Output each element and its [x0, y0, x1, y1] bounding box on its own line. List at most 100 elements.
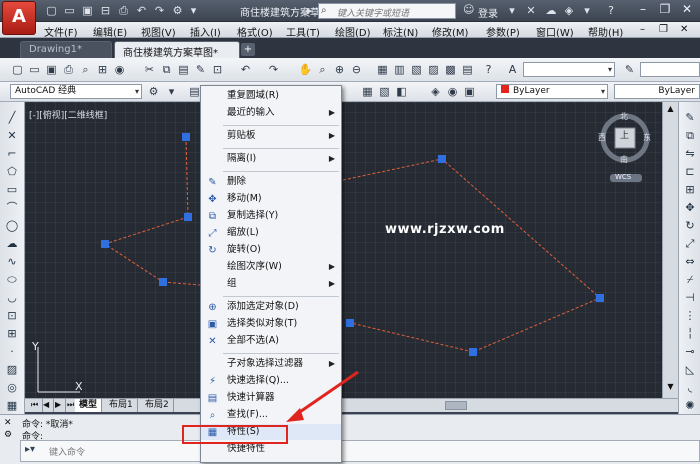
ellipse-arc-icon[interactable]: ◡ — [4, 290, 20, 306]
plot-icon[interactable]: ⎙ — [61, 62, 76, 77]
grip[interactable] — [184, 213, 192, 221]
rectangle-icon[interactable]: ▭ — [4, 182, 20, 198]
workspace-dropdown[interactable]: AutoCAD 经典 ▾ — [10, 84, 142, 99]
linetype-dropdown[interactable]: ByLayer — [614, 84, 700, 99]
a360-icon[interactable]: ☁ — [544, 4, 558, 18]
menu-insert[interactable]: 插入(I) — [190, 24, 221, 39]
block-editor-icon[interactable]: ⊡ — [210, 62, 225, 77]
extend-icon[interactable]: ⊣ — [682, 290, 698, 306]
text-style-icon[interactable]: A — [505, 62, 520, 77]
dropdown-icon[interactable]: ▾ — [505, 4, 519, 18]
search-box[interactable]: ⌕ 键入关键字或短语 — [318, 3, 456, 19]
zoom-previous-icon[interactable]: ⊖ — [349, 62, 364, 77]
search-input[interactable]: 键入关键字或短语 — [337, 6, 409, 19]
minimize-icon[interactable]: – — [632, 0, 654, 18]
new-file-icon[interactable]: ▢ — [44, 3, 59, 18]
join-icon[interactable]: ⊸ — [682, 344, 698, 360]
open-icon[interactable]: ▭ — [27, 62, 42, 77]
tab-current-drawing[interactable]: 商住楼建筑方案草图* — [114, 41, 240, 59]
context-menu-item[interactable]: 重复圆域(R) — [201, 88, 341, 104]
ellipse-icon[interactable]: ⬭ — [4, 272, 20, 288]
explode-icon[interactable]: ✺ — [682, 398, 698, 414]
grip[interactable] — [101, 240, 109, 248]
region-icon[interactable]: ◎ — [4, 380, 20, 396]
close-icon[interactable]: ✕ — [676, 0, 698, 18]
context-menu-item[interactable]: ⤢ 缩放(L) — [201, 225, 341, 241]
break-at-point-icon[interactable]: ⋮ — [682, 308, 698, 324]
context-menu-item[interactable]: ↻ 旋转(O) — [201, 242, 341, 258]
menu-window[interactable]: 窗口(W) — [536, 24, 574, 39]
layer-previous-icon[interactable]: ◧ — [394, 84, 409, 99]
print-icon[interactable]: ⎙ — [116, 3, 131, 18]
menu-tools[interactable]: 工具(T) — [286, 24, 320, 39]
insert-block-icon[interactable]: ⊡ — [4, 308, 20, 324]
tab-layout2[interactable]: 布局2 — [141, 399, 174, 412]
context-menu-item[interactable]: 隔离(I) ▶ — [201, 151, 341, 167]
dim-style-dropdown[interactable] — [640, 62, 700, 77]
grip[interactable] — [596, 294, 604, 302]
viewcube-south[interactable]: 南 — [620, 154, 628, 165]
drawing-canvas[interactable]: [-][俯视][二维线框] Y X 上 北 南 东 西 WCS www.rjzx… — [25, 102, 662, 398]
menu-draw[interactable]: 绘图(D) — [335, 24, 371, 39]
grip[interactable] — [469, 348, 477, 356]
line-icon[interactable]: ╱ — [4, 110, 20, 126]
command-settings-icon[interactable]: ⚙ — [4, 430, 12, 440]
tab-drawing1[interactable]: Drawing1* — [20, 41, 112, 58]
menu-modify[interactable]: 修改(M) — [432, 24, 468, 39]
copy-icon[interactable]: ⧉ — [159, 62, 174, 77]
layer-state-icon[interactable]: ▧ — [377, 84, 392, 99]
redo-icon[interactable]: ↷ — [152, 3, 167, 18]
make-block-icon[interactable]: ⊞ — [4, 326, 20, 342]
preview-icon[interactable]: ⌕ — [78, 62, 93, 77]
menu-help[interactable]: 帮助(H) — [588, 24, 623, 39]
layer-lock-icon[interactable]: ▣ — [462, 84, 477, 99]
zoom-realtime-icon[interactable]: ⌕ — [315, 62, 330, 77]
polygon-icon[interactable]: ⬠ — [4, 164, 20, 180]
grip[interactable] — [159, 278, 167, 286]
menu-edit[interactable]: 编辑(E) — [93, 24, 127, 39]
tool-palettes-icon[interactable]: ▧ — [409, 62, 424, 77]
spline-icon[interactable]: ∿ — [4, 254, 20, 270]
login-button[interactable]: 登录 — [478, 5, 498, 20]
layer-freeze-icon[interactable]: ◈ — [428, 84, 443, 99]
color-dropdown[interactable]: ByLayer ▾ — [496, 84, 608, 99]
restore-icon[interactable]: ❐ — [654, 0, 676, 18]
hatch-icon[interactable]: ▨ — [4, 362, 20, 378]
array-icon[interactable]: ⊞ — [682, 182, 698, 198]
context-menu-item[interactable]: ✕ 全部不选(A) — [201, 333, 341, 349]
title-more-icon[interactable]: ▸ — [302, 3, 317, 18]
connect-icon[interactable]: ◈ — [562, 4, 576, 18]
help-dropdown-icon[interactable]: ▾ — [580, 4, 594, 18]
save-icon[interactable]: ▣ — [44, 62, 59, 77]
redo-icon[interactable]: ↷ — [266, 62, 281, 77]
pan-icon[interactable]: ✋ — [298, 62, 313, 77]
scroll-down-icon[interactable]: ▼ — [665, 382, 676, 393]
3d-print-icon[interactable]: ◉ — [112, 62, 127, 77]
menu-view[interactable]: 视图(V) — [141, 24, 176, 39]
sheet-set-icon[interactable]: ▨ — [426, 62, 441, 77]
menu-restore-icon[interactable]: ❐ — [659, 24, 668, 35]
construction-line-icon[interactable]: ✕ — [4, 128, 20, 144]
layer-properties-icon[interactable]: ▦ — [360, 84, 375, 99]
workspace-toggle-icon[interactable]: ▾ — [164, 84, 179, 99]
arc-icon[interactable]: ⌒ — [4, 200, 20, 216]
viewcube-top-face[interactable]: 上 — [620, 128, 629, 141]
horizontal-scroll-thumb[interactable] — [445, 401, 467, 410]
workspace-switch-icon[interactable]: ⚙ — [170, 3, 185, 18]
chamfer-icon[interactable]: ◺ — [682, 362, 698, 378]
fillet-icon[interactable]: ◟ — [682, 380, 698, 396]
grip-points[interactable] — [101, 133, 604, 356]
scale-icon[interactable]: ⤢ — [682, 236, 698, 252]
help-icon[interactable]: ? — [481, 62, 496, 77]
context-menu-item[interactable]: 组 ▶ — [201, 276, 341, 292]
table-icon[interactable]: ▦ — [4, 398, 20, 414]
tab-layout1[interactable]: 布局1 — [105, 399, 138, 412]
context-menu-item[interactable]: ▣ 选择类似对象(T) — [201, 316, 341, 332]
undo-icon[interactable]: ↶ — [134, 3, 149, 18]
menu-parameter[interactable]: 参数(P) — [486, 24, 520, 39]
grip[interactable] — [346, 319, 354, 327]
properties-icon[interactable]: ▦ — [375, 62, 390, 77]
mirror-icon[interactable]: ⇋ — [682, 146, 698, 162]
viewcube-west[interactable]: 西 — [598, 132, 606, 143]
scroll-up-icon[interactable]: ▲ — [665, 104, 676, 115]
